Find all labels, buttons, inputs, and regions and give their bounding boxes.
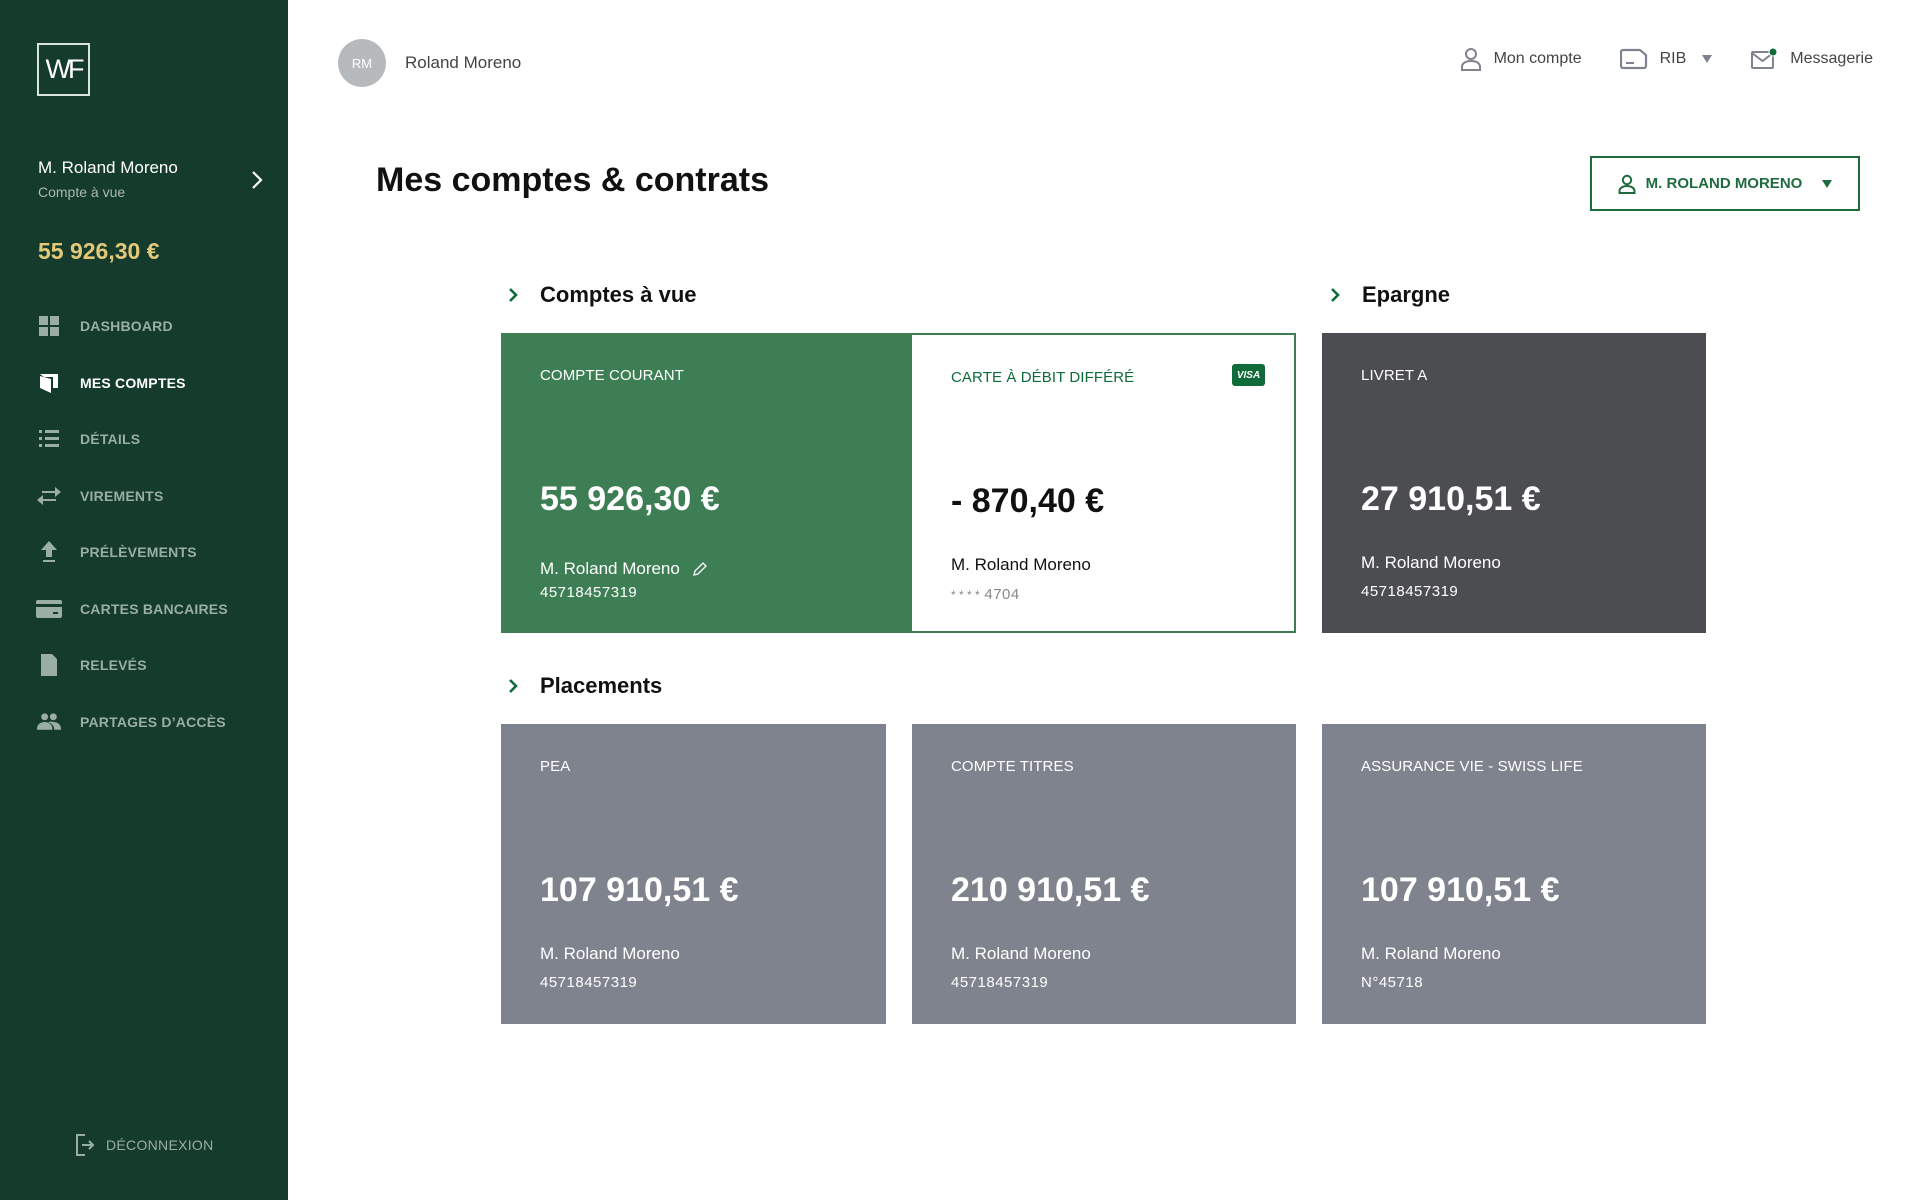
account-amount: 55 926,30 € (540, 480, 720, 518)
accounts-icon (36, 370, 62, 396)
account-owner: M. Roland Moreno (540, 559, 680, 578)
rib-card-icon (1619, 48, 1647, 70)
caret-down-icon (1702, 55, 1713, 63)
account-owner: M. Roland Moreno (1361, 553, 1501, 572)
card-number-mask: * * * * (951, 588, 980, 602)
my-account-label: Mon compte (1493, 50, 1582, 67)
caret-down-icon (1822, 179, 1833, 188)
chevron-right-icon (509, 679, 518, 693)
account-holder-value: M. ROLAND MORENO (1645, 175, 1803, 192)
section-title-text: Comptes à vue (540, 282, 697, 307)
user-icon (1460, 48, 1481, 71)
account-amount: 107 910,51 € (1361, 871, 1560, 909)
rib-label: RIB (1659, 50, 1687, 67)
messages-link[interactable]: Messagerie (1750, 47, 1873, 71)
sidebar-item-cartes[interactable]: CARTES BANCAIRES (0, 581, 288, 638)
page-title: Mes comptes & contrats (376, 161, 769, 199)
sidebar: WF M. Roland Moreno Compte à vue 55 926,… (0, 0, 288, 1200)
transfer-icon (36, 483, 62, 509)
topbar-user-name: Roland Moreno (405, 53, 522, 72)
sidebar-item-label: PRÉLÈVEMENTS (80, 544, 197, 561)
my-account-link[interactable]: Mon compte (1460, 47, 1582, 71)
account-card[interactable]: ASSURANCE VIE - SWISS LIFE 107 910,51 € … (1322, 724, 1706, 1024)
sidebar-item-partages[interactable]: PARTAGES D’ACCÈS (0, 694, 288, 751)
account-number: N°45718 (1361, 974, 1424, 991)
mail-icon (1751, 47, 1778, 69)
account-card[interactable]: LIVRET A 27 910,51 € M. Roland Moreno 45… (1322, 333, 1706, 633)
account-number: 45718457319 (540, 584, 638, 601)
account-owner: M. Roland Moreno (1361, 944, 1501, 963)
sidebar-item-mes-comptes[interactable]: MES COMPTES (0, 355, 288, 412)
sidebar-user-subtitle: Compte à vue (38, 184, 126, 200)
sidebar-balance: 55 926,30 € (38, 238, 160, 264)
rib-dropdown[interactable]: RIB (1619, 48, 1713, 70)
sidebar-item-label: DASHBOARD (80, 318, 173, 335)
section-title-text: Placements (540, 673, 663, 698)
section-epargne[interactable]: Epargne (1330, 282, 1450, 308)
account-amount: - 870,40 € (951, 482, 1105, 520)
sidebar-item-label: DÉTAILS (80, 431, 141, 448)
topbar-actions: Mon compte RIB Messagerie (1422, 47, 1873, 71)
account-holder-select[interactable]: M. ROLAND MORENO (1590, 156, 1860, 211)
sidebar-item-dashboard[interactable]: DASHBOARD (0, 298, 288, 355)
account-card[interactable]: COMPTE TITRES 210 910,51 € M. Roland Mor… (912, 724, 1296, 1024)
avatar[interactable]: RM (338, 39, 386, 87)
user-icon (1618, 174, 1636, 194)
sidebar-user-name: M. Roland Moreno (38, 158, 178, 177)
sidebar-item-label: MES COMPTES (80, 374, 186, 391)
account-amount: 27 910,51 € (1361, 480, 1541, 518)
upload-icon (36, 539, 62, 565)
account-card[interactable]: COMPTE COURANT 55 926,30 € M. Roland Mor… (501, 333, 912, 633)
account-owner: M. Roland Moreno (540, 944, 680, 963)
sidebar-item-virements[interactable]: VIREMENTS (0, 468, 288, 525)
card-number-last4: 4704 (984, 586, 1020, 603)
sidebar-item-label: RELEVÉS (80, 657, 147, 674)
logout-button[interactable]: DÉCONNEXION (76, 1134, 214, 1156)
sidebar-item-details[interactable]: DÉTAILS (0, 411, 288, 468)
dashboard-icon (36, 313, 62, 339)
section-title-text: Epargne (1362, 282, 1451, 307)
credit-card-icon (36, 596, 62, 622)
account-owner: M. Roland Moreno (951, 555, 1091, 574)
logout-icon (76, 1134, 95, 1156)
account-amount: 107 910,51 € (540, 871, 739, 909)
users-icon (36, 709, 62, 735)
account-type: ASSURANCE VIE - SWISS LIFE (1361, 758, 1583, 775)
sidebar-item-label: PARTAGES D’ACCÈS (80, 713, 226, 730)
sidebar-item-label: CARTES BANCAIRES (80, 600, 228, 617)
account-type: PEA (540, 758, 571, 775)
account-type: COMPTE COURANT (540, 367, 684, 384)
card-debit-differe[interactable]: CARTE À DÉBIT DIFFÉRÉ VISA - 870,40 € M.… (912, 333, 1296, 633)
chevron-right-icon (1331, 288, 1340, 302)
logout-label: DÉCONNEXION (106, 1137, 214, 1153)
account-card[interactable]: PEA 107 910,51 € M. Roland Moreno 457184… (501, 724, 886, 1024)
list-icon (36, 426, 62, 452)
account-number: 45718457319 (1361, 583, 1459, 600)
account-type: CARTE À DÉBIT DIFFÉRÉ (951, 369, 1135, 386)
account-owner: M. Roland Moreno (951, 944, 1091, 963)
messages-label: Messagerie (1790, 50, 1873, 67)
edit-pencil-icon[interactable] (692, 561, 708, 577)
account-type: COMPTE TITRES (951, 758, 1074, 775)
chevron-right-icon (509, 288, 518, 302)
account-amount: 210 910,51 € (951, 871, 1150, 909)
section-comptes-a-vue[interactable]: Comptes à vue (508, 282, 697, 308)
section-placements[interactable]: Placements (508, 673, 662, 699)
visa-badge: VISA (1232, 364, 1265, 386)
sidebar-user-switch[interactable]: M. Roland Moreno Compte à vue (38, 158, 268, 200)
chevron-right-icon (252, 171, 263, 189)
account-number: 45718457319 (540, 974, 638, 991)
document-icon (36, 652, 62, 678)
account-owner-row: M. Roland Moreno (540, 559, 708, 579)
card-number-row: * * * * 4704 (951, 586, 1020, 603)
sidebar-item-label: VIREMENTS (80, 487, 164, 504)
sidebar-nav: DASHBOARD MES COMPTES DÉTAILS VIREMENTS … (0, 298, 288, 750)
sidebar-item-releves[interactable]: RELEVÉS (0, 637, 288, 694)
sidebar-item-prelevements[interactable]: PRÉLÈVEMENTS (0, 524, 288, 581)
account-type: LIVRET A (1361, 367, 1428, 384)
logo[interactable]: WF (37, 43, 90, 96)
account-number: 45718457319 (951, 974, 1049, 991)
